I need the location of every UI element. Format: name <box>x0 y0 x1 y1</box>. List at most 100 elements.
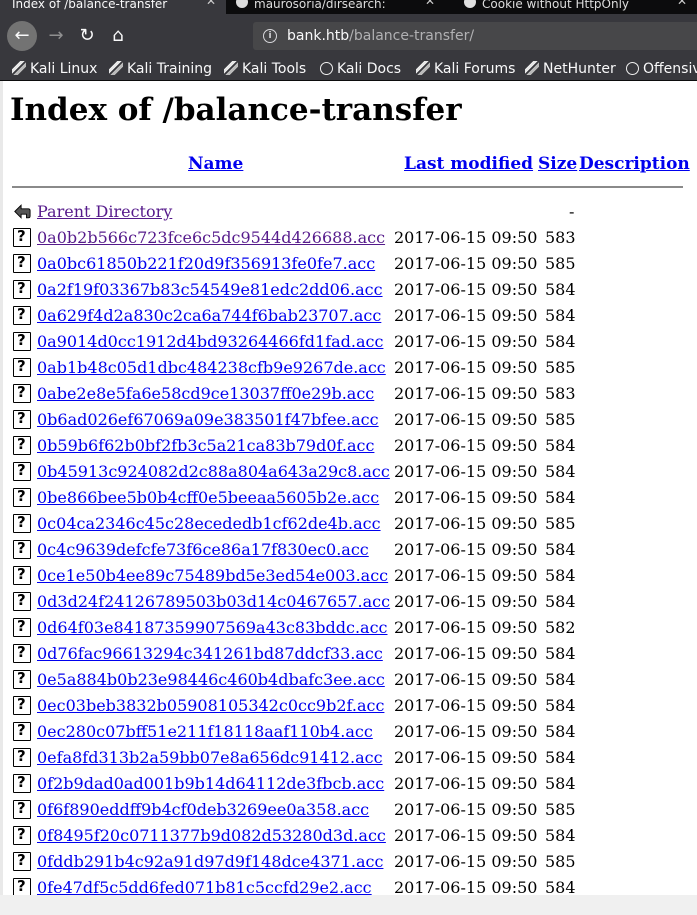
home-button[interactable]: ⌂ <box>103 21 133 51</box>
file-link[interactable]: 0be866bee5b0b4cff0e5beeaa5605b2e.acc <box>37 488 379 508</box>
parent-directory-link[interactable]: Parent Directory <box>37 202 172 222</box>
unknown-file-icon <box>13 800 31 819</box>
file-row: 0c04ca2346c45c28ecededb1cf62de4b.acc 2017… <box>12 511 692 537</box>
file-link[interactable]: 0a9014d0cc1912d4bd93264466fd1fad.acc <box>37 332 383 352</box>
unknown-file-icon <box>13 696 31 715</box>
file-row: 0a9014d0cc1912d4bd93264466fd1fad.acc 2017… <box>12 329 692 355</box>
file-link[interactable]: 0d76fac96613294c341261bd87ddcf33.acc <box>37 644 383 664</box>
bookmark-kali-training[interactable]: Kali Training <box>109 59 212 79</box>
file-link[interactable]: 0efa8fd313b2a59bb07e8a656dc91412.acc <box>37 748 383 768</box>
file-size: 584 <box>545 332 576 351</box>
file-size: 584 <box>545 436 576 455</box>
bookmark-kali-linux[interactable]: Kali Linux <box>12 59 97 79</box>
close-tab-icon[interactable]: ✕ <box>425 0 435 7</box>
file-link[interactable]: 0a0bc61850b221f20d9f356913fe0fe7.acc <box>37 254 375 274</box>
close-tab-icon[interactable]: ✕ <box>677 0 687 7</box>
unknown-file-icon <box>13 540 31 559</box>
file-date: 2017-06-15 09:50 <box>394 878 538 895</box>
file-link[interactable]: 0ec280c07bff51e211f18118aaf110b4.acc <box>37 722 373 742</box>
bookmark-offensive[interactable]: Offensive <box>626 59 697 79</box>
file-link[interactable]: 0f2b9dad0ad001b9b14d64112de3fbcb.acc <box>37 774 384 794</box>
file-link[interactable]: 0c4c9639defcfe73f6ce86a17f830ec0.acc <box>37 540 369 560</box>
file-date: 2017-06-15 09:50 <box>394 774 538 793</box>
file-link[interactable]: 0a0b2b566c723fce6c5dc9544d426688.acc <box>37 228 385 248</box>
file-link[interactable]: 0ce1e50b4ee89c75489bd5e3ed54e003.acc <box>37 566 388 586</box>
kali-dragon-icon <box>525 61 539 75</box>
file-link[interactable]: 0d3d24f24126789503b03d14c0467657.acc <box>37 592 390 612</box>
file-size: 584 <box>545 696 576 715</box>
globe-icon <box>320 62 333 75</box>
file-link[interactable]: 0ab1b48c05d1dbc484238cfb9e9267de.acc <box>37 358 386 378</box>
kali-dragon-icon <box>109 61 123 75</box>
tab-title: Cookie without HttpOnly <box>482 0 630 11</box>
file-size: 583 <box>545 384 576 403</box>
file-row: 0e5a884b0b23e98446c460b4dbafc3ee.acc 2017… <box>12 667 692 693</box>
file-link[interactable]: 0c04ca2346c45c28ecededb1cf62de4b.acc <box>37 514 381 534</box>
file-link[interactable]: 0b45913c924082d2c88a804a643a29c8.acc <box>37 462 390 482</box>
bookmarks-toolbar: Kali Linux Kali Training Kali Tools Kali… <box>0 58 697 81</box>
url-bar[interactable]: i bank.htb/balance-transfer/ <box>253 22 697 50</box>
unknown-file-icon <box>13 410 31 429</box>
column-header-name: Name <box>188 154 243 174</box>
unknown-file-icon <box>13 774 31 793</box>
file-date: 2017-06-15 09:50 <box>394 592 538 611</box>
tab-balance-transfer[interactable]: Index of /balance-transfer ✕ <box>0 0 226 14</box>
file-link[interactable]: 0a629f4d2a830c2ca6a744f6bab23707.acc <box>37 306 381 326</box>
file-date: 2017-06-15 09:50 <box>394 644 538 663</box>
file-size: 584 <box>545 306 576 325</box>
file-row: 0f2b9dad0ad001b9b14d64112de3fbcb.acc 2017… <box>12 771 692 797</box>
file-size: 584 <box>545 280 576 299</box>
info-icon[interactable]: i <box>263 29 277 43</box>
tab-cookie[interactable]: Cookie without HttpOnly ✕ <box>452 0 697 14</box>
file-date: 2017-06-15 09:50 <box>394 852 538 871</box>
bookmark-nethunter[interactable]: NetHunter <box>525 59 616 79</box>
column-header-size: Size <box>538 154 577 174</box>
file-row: 0b59b6f62b0bf2fb3c5a21ca83b79d0f.acc 2017… <box>12 433 692 459</box>
file-row: 0ec03beb3832b05908105342c0cc9b2f.acc 2017… <box>12 693 692 719</box>
reload-button[interactable]: ↻ <box>72 21 102 51</box>
file-date: 2017-06-15 09:50 <box>394 722 538 741</box>
file-link[interactable]: 0e5a884b0b23e98446c460b4dbafc3ee.acc <box>37 670 385 690</box>
forward-button[interactable]: → <box>41 21 71 51</box>
sort-by-last-modified-link[interactable]: Last modified <box>404 154 533 174</box>
file-link[interactable]: 0f6f890eddff9b4cf0deb3269ee0a358.acc <box>37 800 369 820</box>
back-button[interactable]: ← <box>7 21 37 51</box>
file-link[interactable]: 0f8495f20c0711377b9d082d53280d3d.acc <box>37 826 386 846</box>
file-size: 584 <box>545 748 576 767</box>
page-icon <box>464 0 476 8</box>
close-tab-icon[interactable]: ✕ <box>206 0 216 7</box>
kali-dragon-icon <box>12 61 26 75</box>
unknown-file-icon <box>13 462 31 481</box>
github-icon <box>236 0 248 8</box>
tab-dirsearch[interactable]: maurosoria/dirsearch: ✕ <box>227 0 445 14</box>
file-date: 2017-06-15 09:50 <box>394 748 538 767</box>
file-size: 582 <box>545 618 576 637</box>
file-link[interactable]: 0d64f03e84187359907569a43c83bddc.acc <box>37 618 388 638</box>
file-link[interactable]: 0abe2e8e5fa6e58cd9ce13037ff0e29b.acc <box>37 384 374 404</box>
file-link[interactable]: 0a2f19f03367b83c54549e81edc2dd06.acc <box>37 280 383 300</box>
unknown-file-icon <box>13 566 31 585</box>
file-link[interactable]: 0fddb291b4c92a91d97d9f148dce4371.acc <box>37 852 383 872</box>
unknown-file-icon <box>13 644 31 663</box>
bookmark-kali-forums[interactable]: Kali Forums <box>416 59 515 79</box>
file-link[interactable]: 0b59b6f62b0bf2fb3c5a21ca83b79d0f.acc <box>37 436 374 456</box>
file-row: 0f6f890eddff9b4cf0deb3269ee0a358.acc 2017… <box>12 797 692 823</box>
sort-by-size-link[interactable]: Size <box>538 154 577 174</box>
unknown-file-icon <box>13 306 31 325</box>
sort-by-description-link[interactable]: Description <box>579 154 690 174</box>
bookmark-label: Kali Linux <box>30 61 98 77</box>
navigation-toolbar: ← → ↻ ⌂ i bank.htb/balance-transfer/ <box>0 14 697 58</box>
unknown-file-icon <box>13 228 31 247</box>
file-row: 0a0bc61850b221f20d9f356913fe0fe7.acc 2017… <box>12 251 692 277</box>
sort-by-name-link[interactable]: Name <box>188 154 243 174</box>
bookmark-kali-docs[interactable]: Kali Docs <box>320 59 401 79</box>
bookmark-kali-tools[interactable]: Kali Tools <box>224 59 306 79</box>
file-link[interactable]: 0b6ad026ef67069a09e383501f47bfee.acc <box>37 410 379 430</box>
file-link[interactable]: 0ec03beb3832b05908105342c0cc9b2f.acc <box>37 696 384 716</box>
file-date: 2017-06-15 09:50 <box>394 462 538 481</box>
file-date: 2017-06-15 09:50 <box>394 306 538 325</box>
unknown-file-icon <box>13 514 31 533</box>
file-size: 584 <box>545 878 576 895</box>
file-link[interactable]: 0fe47df5c5dd6fed071b81c5ccfd29e2.acc <box>37 878 372 895</box>
file-size: 584 <box>545 644 576 663</box>
